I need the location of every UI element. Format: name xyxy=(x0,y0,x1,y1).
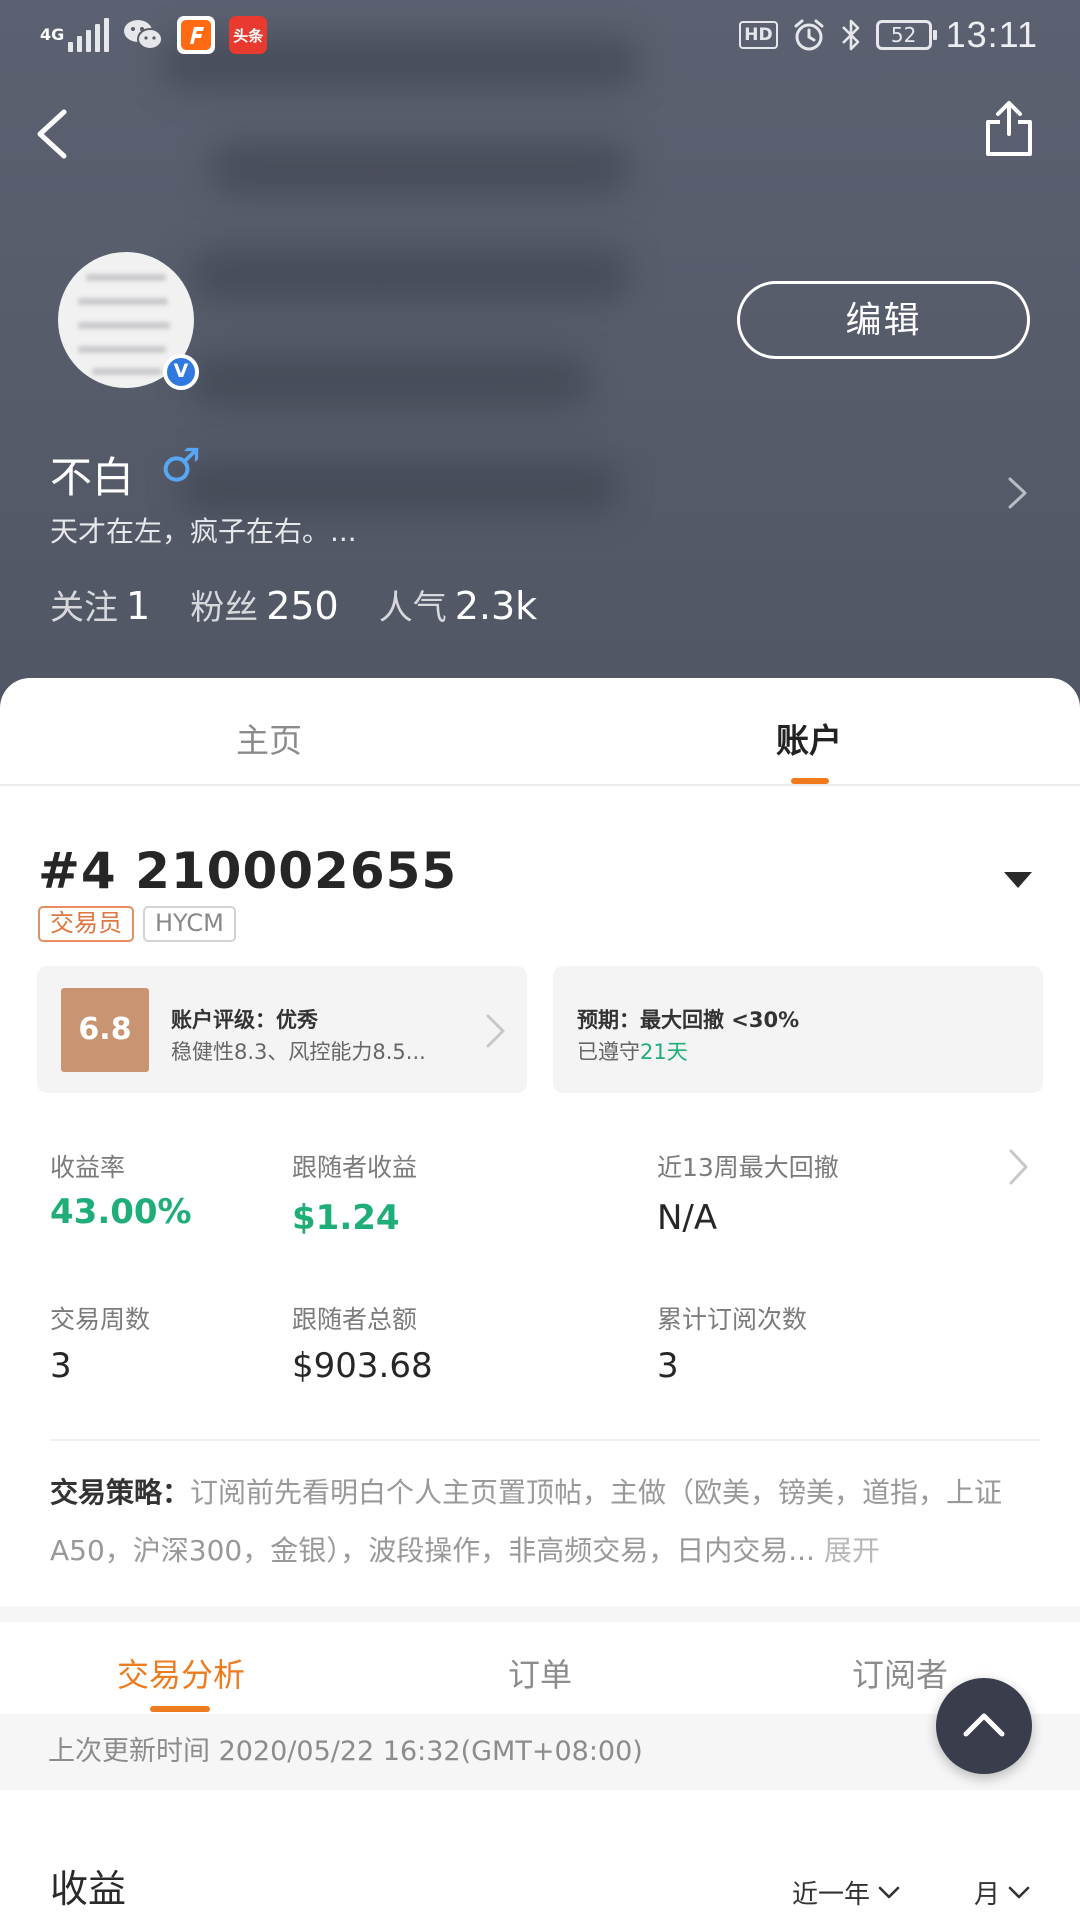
account-id: #4 210002655 xyxy=(38,842,458,900)
profile-header: 4G 头条 HD 52 13:11 V 编辑 不白 ♂ 天才在左，疯子在右。..… xyxy=(0,0,1080,720)
profile-bio: 天才在左，疯子在右。... xyxy=(50,515,357,548)
range-select-value: 近一年 xyxy=(792,1880,871,1910)
network-type: 4G xyxy=(40,25,65,44)
expectation-kept: 已遵守21天 xyxy=(577,1040,688,1064)
return-rate-value: 43.00% xyxy=(50,1192,192,1232)
wechat-icon xyxy=(124,20,164,50)
back-arrow-icon[interactable] xyxy=(30,104,80,164)
last-update-time: 上次更新时间 2020/05/22 16:32(GMT+08:00) xyxy=(0,1714,1080,1790)
scroll-to-top-button[interactable] xyxy=(936,1678,1032,1774)
tab-subscribers[interactable]: 订阅者 xyxy=(852,1650,948,1696)
strategy-label: 交易策略： xyxy=(50,1476,191,1509)
follower-return-label: 跟随者收益 xyxy=(292,1153,418,1182)
broker-tag: HYCM xyxy=(143,906,236,942)
account-rating-card[interactable]: 6.8 账户评级：优秀 稳健性8.3、风控能力8.5... xyxy=(37,966,527,1093)
tab-trade-analysis[interactable]: 交易分析 xyxy=(117,1650,245,1696)
alarm-icon xyxy=(794,19,824,51)
clock: 13:11 xyxy=(945,14,1038,55)
toutiao-icon: 头条 xyxy=(229,16,268,54)
section-gap xyxy=(0,1606,1080,1622)
status-bar: 4G 头条 HD 52 13:11 xyxy=(0,0,1080,72)
rating-title: 账户评级：优秀 xyxy=(171,1008,318,1032)
popularity-count: 2.3k xyxy=(454,584,538,628)
chevron-right-icon[interactable] xyxy=(1006,1146,1032,1188)
follower-total-value: $903.68 xyxy=(292,1346,433,1386)
bluetooth-icon xyxy=(841,19,859,51)
return-rate-label: 收益率 xyxy=(50,1153,126,1182)
blurred-background xyxy=(150,0,750,680)
chevron-up-icon xyxy=(963,1713,1005,1737)
trade-weeks-value: 3 xyxy=(50,1346,72,1386)
follower-total-label: 跟随者总额 xyxy=(292,1305,418,1334)
profile-stats: 关注 1 粉丝 250 人气 2.3k xyxy=(50,580,577,629)
unit-select-value: 月 xyxy=(974,1880,1001,1910)
max-drawdown-value: N/A xyxy=(657,1198,718,1238)
range-select[interactable]: 近一年 xyxy=(792,1874,900,1911)
drawdown-expectation-card: 预期：最大回撤 <30% 已遵守21天 xyxy=(553,966,1043,1093)
app-f-icon xyxy=(177,16,216,54)
signal-icon xyxy=(68,18,110,52)
income-section-title: 收益 xyxy=(50,1867,127,1911)
caret-down-icon[interactable] xyxy=(1002,870,1034,890)
trader-tag: 交易员 xyxy=(38,906,134,942)
share-icon[interactable] xyxy=(982,98,1036,160)
tab-account[interactable]: 账户 xyxy=(776,714,842,762)
chevron-right-icon[interactable] xyxy=(1004,473,1032,513)
divider xyxy=(50,1439,1040,1441)
tab-orders[interactable]: 订单 xyxy=(508,1650,572,1696)
rating-score: 6.8 xyxy=(61,988,149,1072)
following-count[interactable]: 1 xyxy=(126,584,150,628)
subscription-count-label: 累计订阅次数 xyxy=(657,1305,808,1334)
profile-name: 不白 xyxy=(50,453,135,502)
rating-detail: 稳健性8.3、风控能力8.5... xyxy=(171,1040,426,1064)
subscription-count-value: 3 xyxy=(657,1346,679,1386)
male-gender-icon: ♂ xyxy=(160,438,202,492)
fans-count[interactable]: 250 xyxy=(266,584,339,628)
max-drawdown-label: 近13周最大回撤 xyxy=(657,1153,839,1182)
chevron-down-icon xyxy=(878,1886,900,1898)
chevron-right-icon xyxy=(486,1014,505,1048)
unit-select[interactable]: 月 xyxy=(974,1874,1030,1911)
expectation-title: 预期：最大回撤 <30% xyxy=(577,1008,800,1032)
follower-return-value: $1.24 xyxy=(292,1198,400,1238)
analysis-tab-indicator xyxy=(150,1706,210,1712)
tab-active-indicator xyxy=(791,778,829,784)
following-label[interactable]: 关注 xyxy=(50,580,118,629)
popularity-label: 人气 xyxy=(378,588,447,628)
tab-home[interactable]: 主页 xyxy=(236,714,302,762)
trading-strategy: 交易策略：订阅前先看明白个人主页置顶帖，主做（欧美，镑美，道指，上证A50，沪深… xyxy=(50,1464,1010,1580)
fans-label[interactable]: 粉丝 xyxy=(190,580,258,629)
hd-badge: HD xyxy=(739,21,778,49)
verified-badge-icon: V xyxy=(163,354,199,390)
chevron-down-icon xyxy=(1008,1886,1030,1898)
trade-weeks-label: 交易周数 xyxy=(50,1305,151,1334)
expand-link[interactable]: 展开 xyxy=(824,1534,880,1567)
profile-tabs: 主页 账户 xyxy=(0,678,1080,786)
content-card: 主页 账户 #4 210002655 交易员 HYCM 6.8 账户评级：优秀 … xyxy=(0,678,1080,1920)
battery-icon: 52 xyxy=(875,20,937,50)
edit-profile-button[interactable]: 编辑 xyxy=(737,281,1030,359)
